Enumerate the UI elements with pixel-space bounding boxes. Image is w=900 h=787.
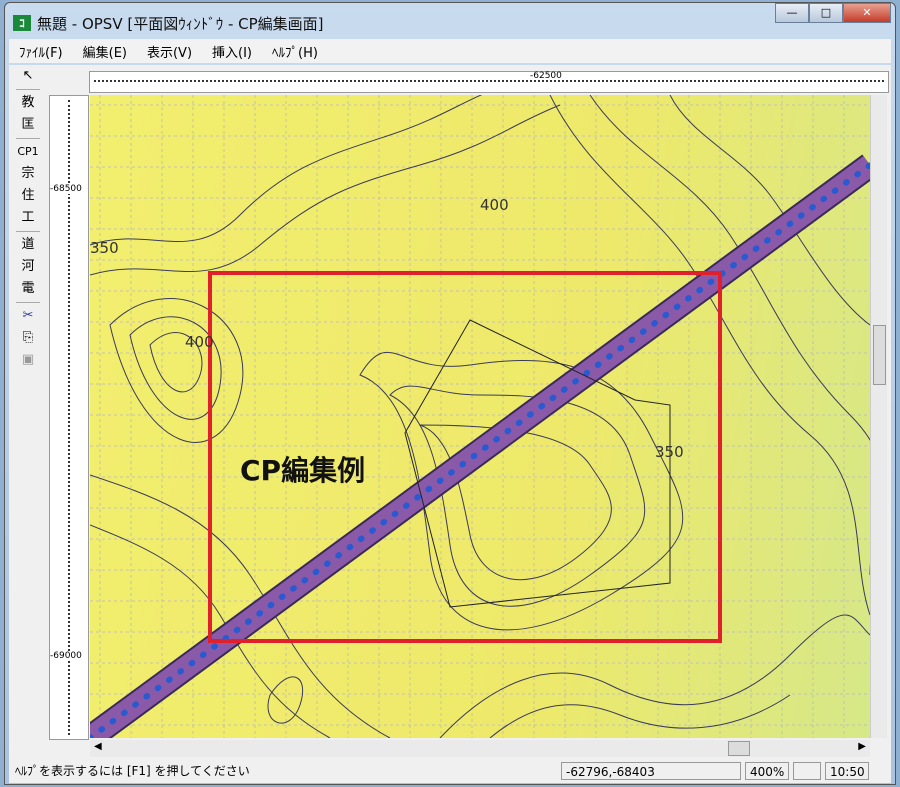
status-bar: ﾍﾙﾌﾟを表示するには [F1] を押してください -62796,-68403 … bbox=[9, 759, 891, 783]
tool-3[interactable]: 宗 bbox=[13, 163, 43, 185]
window-title: 無題 - OPSV [平面図ｳｨﾝﾄﾞｳ - CP編集画面] bbox=[37, 14, 324, 33]
menu-view[interactable]: 表示(V) bbox=[147, 42, 192, 61]
close-button[interactable]: ✕ bbox=[843, 3, 891, 23]
contour-label-3: 400 bbox=[185, 333, 214, 351]
vertical-scrollbar[interactable] bbox=[870, 95, 887, 738]
tool-5[interactable]: 工 bbox=[13, 207, 43, 229]
status-coords: -62796,-68403 bbox=[561, 762, 741, 780]
top-ruler-label: -62500 bbox=[530, 71, 562, 81]
contour-label-1: 400 bbox=[480, 196, 509, 214]
title-bar: ｺ 無題 - OPSV [平面図ｳｨﾝﾄﾞｳ - CP編集画面] bbox=[13, 11, 324, 35]
tool-electric[interactable]: 電 bbox=[13, 278, 43, 300]
top-ruler: -62500 bbox=[89, 71, 889, 93]
left-toolbar: ↖ 教 匡 CP1 宗 住 工 道 河 電 ✂ ⎘ ▣ bbox=[13, 65, 43, 425]
maximize-button[interactable]: □ bbox=[809, 3, 843, 23]
app-window: ｺ 無題 - OPSV [平面図ｳｨﾝﾄﾞｳ - CP編集画面] — □ ✕ ﾌ… bbox=[4, 2, 896, 785]
menu-edit[interactable]: 編集(E) bbox=[83, 42, 127, 61]
status-time: 10:50 bbox=[825, 762, 869, 780]
pointer-icon[interactable]: ↖ bbox=[13, 65, 43, 87]
left-ruler: -68500 -69000 bbox=[49, 95, 89, 740]
tool-road[interactable]: 道 bbox=[13, 234, 43, 256]
tool-4[interactable]: 住 bbox=[13, 185, 43, 207]
annotation-label: CP編集例 bbox=[240, 454, 365, 487]
status-help: ﾍﾙﾌﾟを表示するには [F1] を押してください bbox=[15, 764, 250, 778]
tool-river[interactable]: 河 bbox=[13, 256, 43, 278]
status-empty bbox=[793, 762, 821, 780]
left-ruler-label-2: -69000 bbox=[50, 651, 82, 661]
vertical-scroll-thumb[interactable] bbox=[873, 325, 886, 385]
map-svg: 400 350 400 350 CP編集例 bbox=[90, 95, 870, 738]
status-zoom: 400% bbox=[745, 762, 789, 780]
menu-insert[interactable]: 挿入(I) bbox=[212, 42, 252, 61]
contour-label-2: 350 bbox=[90, 239, 119, 257]
left-ruler-label-1: -68500 bbox=[50, 184, 82, 194]
tool-0[interactable]: 教 bbox=[13, 92, 43, 114]
menu-bar: ﾌｧｲﾙ(F) 編集(E) 表示(V) 挿入(I) ﾍﾙﾌﾟ(H) bbox=[9, 39, 891, 63]
app-icon: ｺ bbox=[13, 15, 31, 31]
horizontal-scroll-thumb[interactable] bbox=[728, 741, 750, 756]
scissors-icon[interactable]: ✂ bbox=[13, 305, 43, 327]
scroll-right-arrow[interactable]: ▶ bbox=[858, 741, 866, 752]
map-canvas[interactable]: 400 350 400 350 CP編集例 bbox=[90, 95, 870, 738]
tool-cp1[interactable]: CP1 bbox=[13, 141, 43, 163]
horizontal-scrollbar[interactable]: ◀ ▶ bbox=[90, 740, 870, 757]
minimize-button[interactable]: — bbox=[775, 3, 809, 23]
scroll-left-arrow[interactable]: ◀ bbox=[94, 741, 102, 752]
paste-icon[interactable]: ▣ bbox=[13, 349, 43, 371]
menu-help[interactable]: ﾍﾙﾌﾟ(H) bbox=[272, 42, 318, 61]
tool-1[interactable]: 匡 bbox=[13, 114, 43, 136]
copy-icon[interactable]: ⎘ bbox=[13, 327, 43, 349]
contour-label-4: 350 bbox=[655, 443, 684, 461]
menu-file[interactable]: ﾌｧｲﾙ(F) bbox=[19, 42, 63, 61]
